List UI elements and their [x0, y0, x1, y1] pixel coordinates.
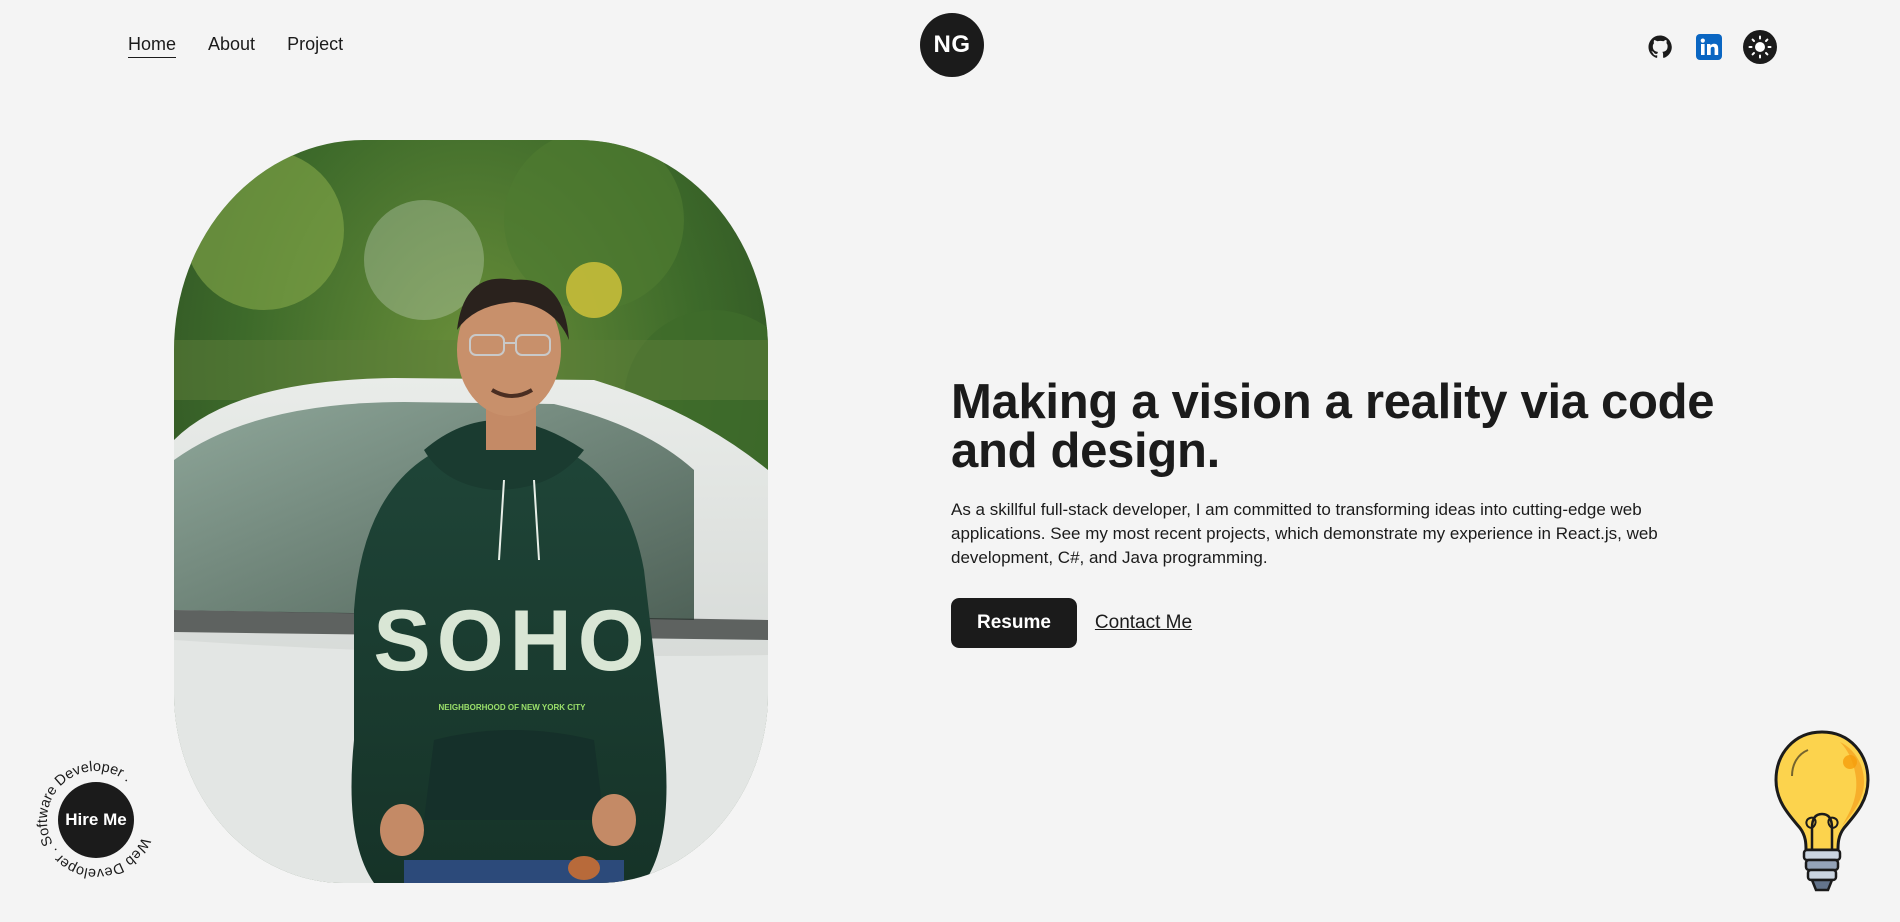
nav-links: Home About Project [128, 34, 343, 58]
hoodie-print: SOHO [373, 593, 650, 689]
social-links [1645, 30, 1777, 64]
lightbulb-icon [1770, 728, 1874, 896]
top-nav: Home About Project NG [0, 0, 1900, 92]
github-icon[interactable] [1645, 32, 1675, 62]
sun-icon[interactable] [1743, 30, 1777, 64]
resume-button[interactable]: Resume [950, 597, 1078, 649]
profile-photo: SOHO NEIGHBORHOOD OF NEW YORK CITY [174, 140, 768, 883]
hero-section: Making a vision a reality via code and d… [950, 375, 1751, 649]
hoodie-subprint: NEIGHBORHOOD OF NEW YORK CITY [439, 703, 587, 712]
hero-actions: Resume Contact Me [950, 597, 1751, 649]
hero-headline: Making a vision a reality via code and d… [951, 375, 1715, 478]
linkedin-icon[interactable] [1694, 32, 1724, 62]
hero-description: As a skillful full-stack developer, I am… [951, 500, 1658, 567]
hire-me-button[interactable]: Hire Me [58, 782, 134, 858]
hire-me-badge: Web Developer . Software Developer . Hir… [34, 758, 158, 882]
logo[interactable]: NG [920, 13, 984, 77]
nav-link-home[interactable]: Home [128, 34, 177, 58]
contact-me-link[interactable]: Contact Me [1095, 612, 1192, 634]
nav-link-about[interactable]: About [208, 34, 255, 55]
nav-link-project[interactable]: Project [287, 34, 343, 55]
